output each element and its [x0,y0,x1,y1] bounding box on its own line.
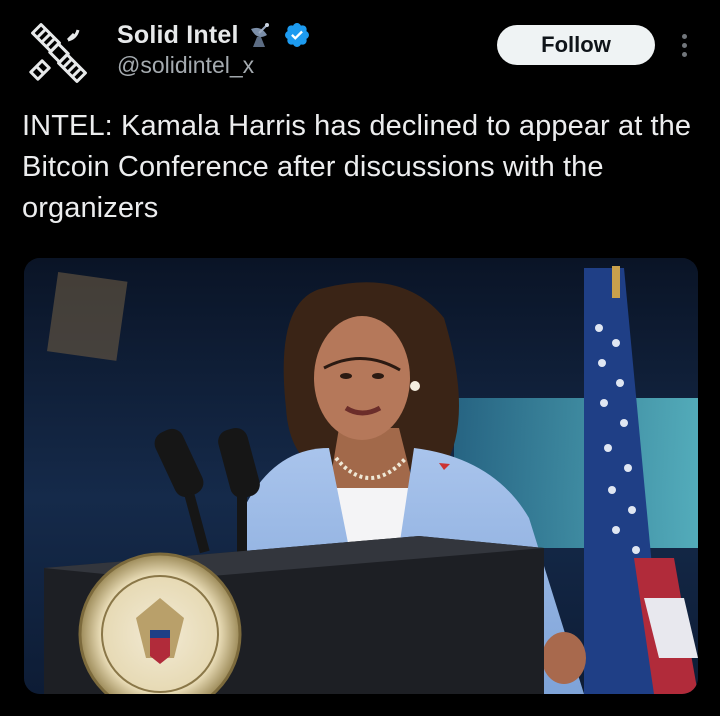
author-handle[interactable]: @solidintel_x [117,52,254,79]
more-dot [681,42,687,48]
verified-badge-icon [283,21,311,49]
author-name-row[interactable]: Solid Intel [117,18,311,52]
satellite-dish-icon [247,21,275,49]
post-photo[interactable] [24,258,698,694]
more-dot [681,33,687,39]
post-text: INTEL: Kamala Harris has declined to app… [22,110,692,224]
follow-button[interactable]: Follow [497,25,655,65]
more-options-icon[interactable] [672,28,696,62]
author-display-name[interactable]: Solid Intel [117,21,239,50]
more-dot [681,51,687,57]
post-header: Solid Intel @solidintel_x Follow [0,0,720,100]
satellite-icon[interactable] [24,18,94,88]
